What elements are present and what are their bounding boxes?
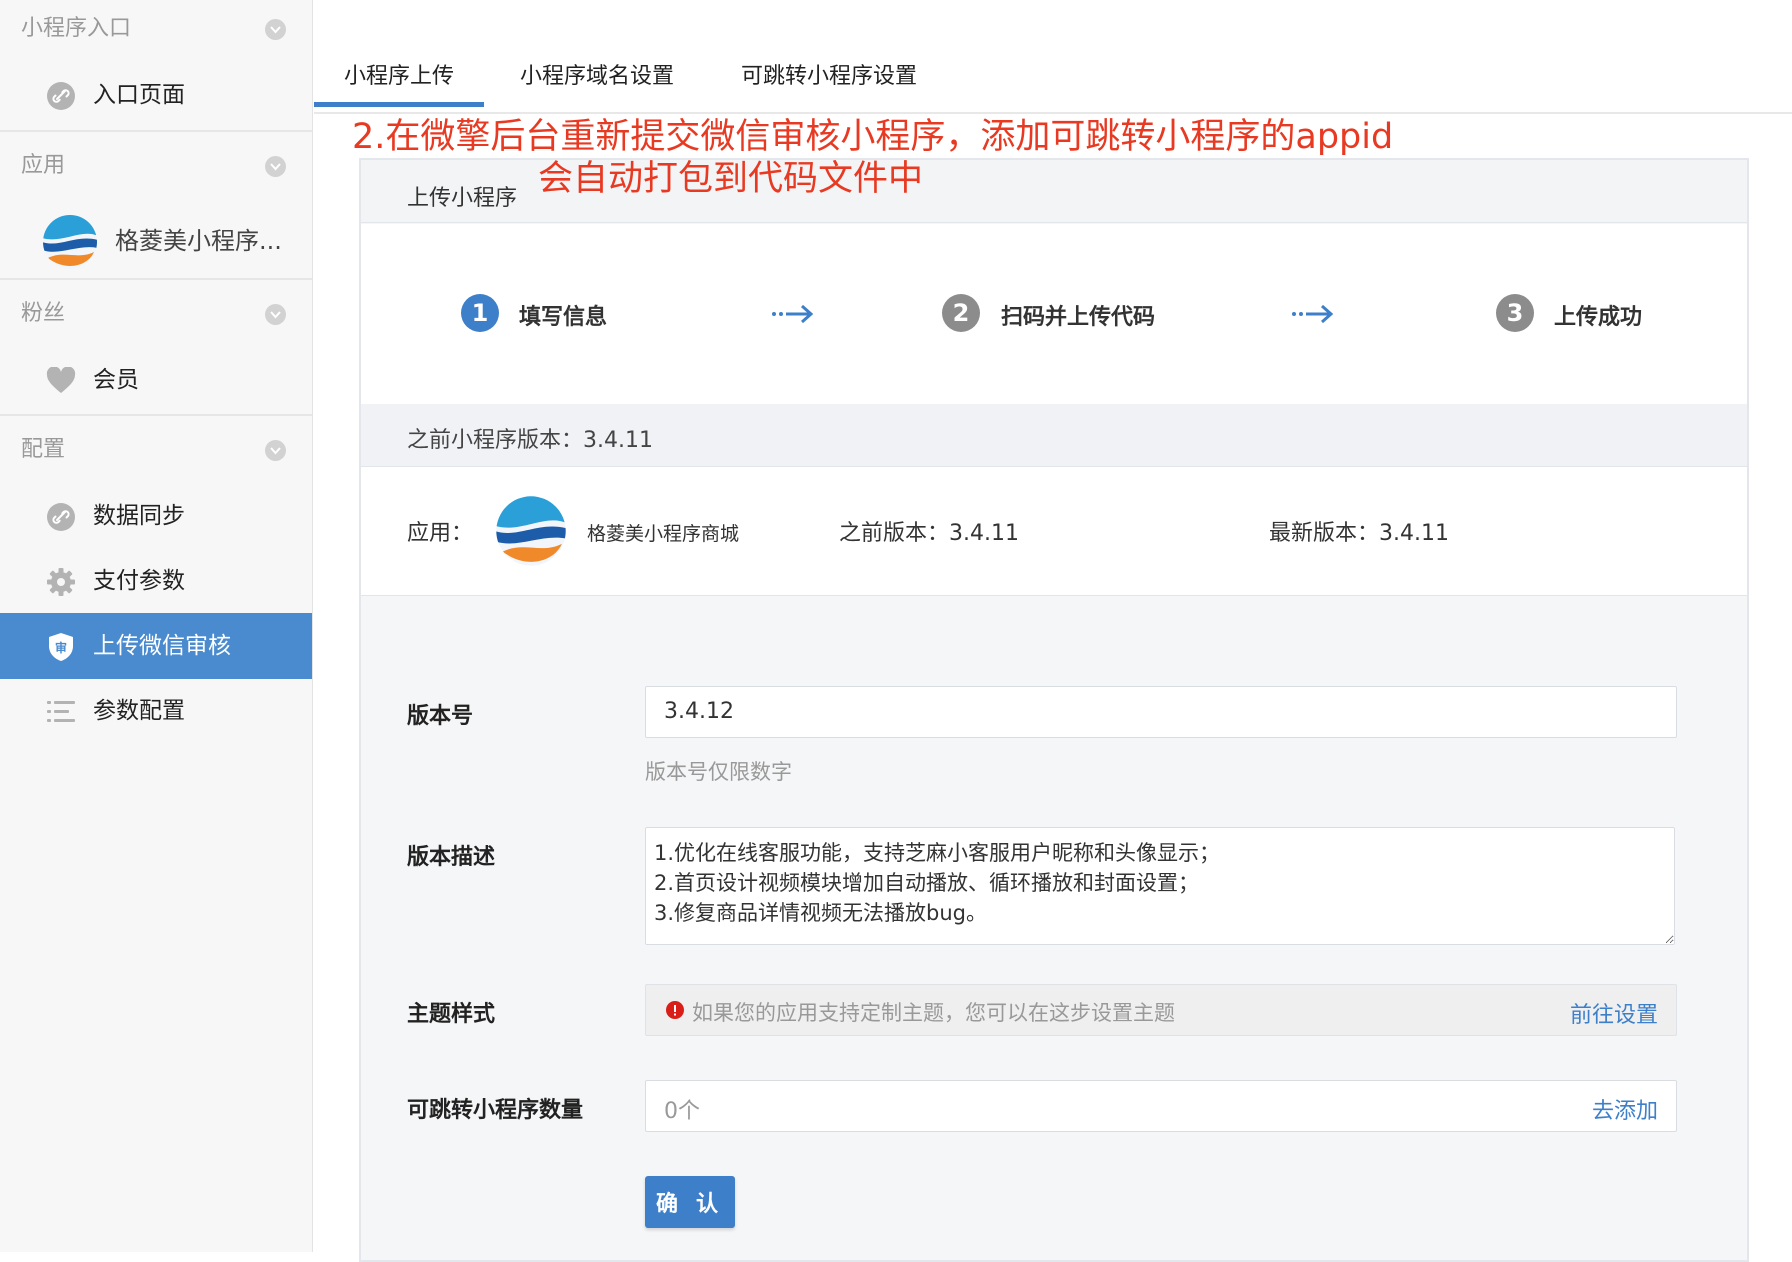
sidebar-item-data-sync[interactable]: 数据同步 <box>0 483 312 549</box>
sidebar-section-title: 应用 <box>21 153 66 178</box>
sidebar-item-label: 参数配置 <box>93 698 185 724</box>
sidebar-section-app[interactable]: 应用 <box>0 143 312 189</box>
chevron-down-icon[interactable] <box>265 304 286 325</box>
tab-jump-settings[interactable]: 可跳转小程序设置 <box>741 58 917 90</box>
app-label: 应用： <box>407 521 474 546</box>
chevron-down-icon[interactable] <box>265 440 286 461</box>
version-input-value: 3.4.12 <box>664 699 734 724</box>
sidebar-divider <box>0 278 312 280</box>
go-to-settings-link[interactable]: 前往设置 <box>1570 997 1658 1029</box>
step-3-number: 3 <box>1496 294 1534 332</box>
sidebar-divider <box>0 414 312 416</box>
app-logo <box>495 495 567 567</box>
description-textarea[interactable] <box>645 827 1675 945</box>
previous-version-bar: 之前小程序版本：3.4.11 <box>361 404 1747 467</box>
sidebar-item-label: 格菱美小程序... <box>115 227 282 255</box>
app-name: 格菱美小程序商城 <box>587 523 740 545</box>
version-hint: 版本号仅限数字 <box>645 760 792 784</box>
sidebar-section-config[interactable]: 配置 <box>0 427 312 473</box>
sidebar-section-title: 小程序入口 <box>21 16 132 41</box>
arrow-right-icon <box>1291 302 1335 330</box>
step-1-number: 1 <box>461 294 499 332</box>
jump-count-value: 0个 <box>664 1099 700 1124</box>
sidebar-item-upload-wechat-review[interactable]: 审 上传微信审核 <box>0 613 312 679</box>
sidebar-item-label: 支付参数 <box>93 568 185 594</box>
heart-icon <box>46 366 76 396</box>
panel-title: 上传小程序 <box>407 186 518 211</box>
sidebar-item-members[interactable]: 会员 <box>0 347 312 413</box>
svg-text:审: 审 <box>55 640 67 655</box>
theme-notice-text: 如果您的应用支持定制主题，您可以在这步设置主题 <box>692 1001 1175 1025</box>
sidebar-item-app[interactable]: 格菱美小程序... <box>0 200 312 282</box>
jump-count-label: 可跳转小程序数量 <box>407 1098 584 1123</box>
sidebar-item-label: 数据同步 <box>93 503 185 529</box>
sidebar-item-param-config[interactable]: 参数配置 <box>0 678 312 744</box>
previous-version-text: 之前小程序版本：3.4.11 <box>407 428 653 453</box>
sidebar-item-label: 上传微信审核 <box>93 633 231 659</box>
sidebar-section-title: 粉丝 <box>21 301 66 326</box>
sidebar-item-entry-page[interactable]: 入口页面 <box>0 62 312 128</box>
theme-notice-box: 如果您的应用支持定制主题，您可以在这步设置主题 前往设置 <box>645 984 1677 1036</box>
chevron-down-icon[interactable] <box>265 156 286 177</box>
sidebar-item-label: 会员 <box>93 367 139 393</box>
tab-mini-program-upload[interactable]: 小程序上传 <box>313 58 485 107</box>
sidebar-section-entry[interactable]: 小程序入口 <box>0 6 312 52</box>
gear-icon <box>46 567 76 597</box>
app-info-row: 应用： 格菱美小程序商城 之前版本：3.4.11 最新版本：3.4.11 <box>361 467 1747 596</box>
sidebar-section-fans[interactable]: 粉丝 <box>0 291 312 337</box>
description-label: 版本描述 <box>407 845 496 870</box>
step-2-label: 扫码并上传代码 <box>1001 305 1156 330</box>
link-icon <box>46 502 76 532</box>
link-icon <box>46 81 76 111</box>
chevron-down-icon[interactable] <box>265 19 286 40</box>
upload-steps: 1 填写信息 2 扫码并上传代码 3 上传成功 <box>361 224 1747 404</box>
upload-panel: 上传小程序 1 填写信息 2 扫码并上传代码 3 上传成功 之前小程序版本：3.… <box>359 158 1749 1262</box>
jump-count-field[interactable]: 0个 去添加 <box>645 1080 1677 1132</box>
shield-icon: 审 <box>46 632 76 662</box>
sidebar-item-payment-params[interactable]: 支付参数 <box>0 548 312 614</box>
sidebar: 小程序入口 入口页面 应用 格菱美小程序... 粉丝 会员 配置 数据同步 支付… <box>0 0 313 1252</box>
alert-icon <box>666 1001 684 1023</box>
step-2-number: 2 <box>942 294 980 332</box>
version-input[interactable]: 3.4.12 <box>645 686 1677 738</box>
app-logo <box>42 214 98 270</box>
step-3-label: 上传成功 <box>1554 305 1643 330</box>
tab-domain-settings[interactable]: 小程序域名设置 <box>520 58 674 90</box>
list-icon <box>46 697 76 727</box>
sidebar-section-title: 配置 <box>21 437 66 462</box>
arrow-right-icon <box>771 302 815 330</box>
tab-bar: 小程序上传 小程序域名设置 可跳转小程序设置 <box>313 0 1792 114</box>
latest-version: 最新版本：3.4.11 <box>1269 521 1449 546</box>
confirm-button[interactable]: 确 认 <box>645 1176 735 1228</box>
step-1-label: 填写信息 <box>519 305 608 330</box>
version-label: 版本号 <box>407 704 474 729</box>
add-jump-link[interactable]: 去添加 <box>1592 1093 1658 1125</box>
previous-version: 之前版本：3.4.11 <box>839 521 1019 546</box>
annotation-line-2: 会自动打包到代码文件中 <box>538 159 924 199</box>
theme-label: 主题样式 <box>407 1002 496 1027</box>
sidebar-item-label: 入口页面 <box>93 82 185 108</box>
sidebar-divider <box>0 130 312 132</box>
